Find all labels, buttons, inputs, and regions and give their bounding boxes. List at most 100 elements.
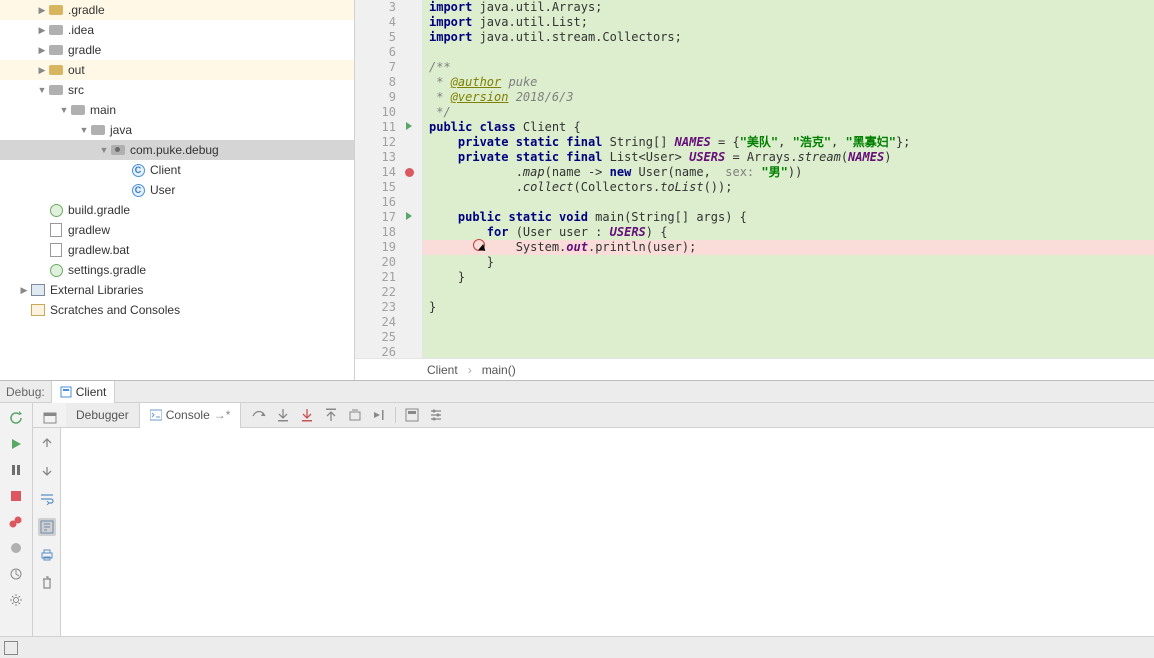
- disclosure-arrow-icon[interactable]: [98, 145, 110, 155]
- tree-item-com-puke-debug[interactable]: com.puke.debug: [0, 140, 354, 160]
- gutter-line-23[interactable]: 23: [355, 300, 422, 315]
- gutter-line-9[interactable]: 9: [355, 90, 422, 105]
- code-line-6[interactable]: [423, 45, 1154, 60]
- breadcrumb-item[interactable]: Client: [427, 363, 458, 377]
- run-gutter-icon[interactable]: [406, 212, 412, 220]
- disclosure-arrow-icon[interactable]: [36, 45, 48, 56]
- tab-console[interactable]: Console →*: [140, 403, 242, 428]
- code-line-23[interactable]: }: [423, 300, 1154, 315]
- settings-button[interactable]: [7, 591, 25, 609]
- gutter-line-26[interactable]: 26: [355, 345, 422, 358]
- trace-current-stream-chain-button[interactable]: [428, 407, 444, 423]
- breadcrumb-bar[interactable]: Client › main(): [355, 358, 1154, 380]
- gutter-line-14[interactable]: 14: [355, 165, 422, 180]
- gutter-line-22[interactable]: 22: [355, 285, 422, 300]
- breadcrumb-item[interactable]: main(): [482, 363, 516, 377]
- stop-button[interactable]: [7, 487, 25, 505]
- gutter-line-8[interactable]: 8: [355, 75, 422, 90]
- code-area[interactable]: import java.util.Arrays;import java.util…: [423, 0, 1154, 358]
- gutter-line-21[interactable]: 21: [355, 270, 422, 285]
- gutter-line-18[interactable]: 18: [355, 225, 422, 240]
- up-stack-button[interactable]: [38, 434, 56, 452]
- code-line-14[interactable]: .map(name -> new User(name, sex: "男")): [423, 165, 1154, 180]
- gutter-line-4[interactable]: 4: [355, 15, 422, 30]
- gutter-line-10[interactable]: 10: [355, 105, 422, 120]
- code-line-18[interactable]: for (User user : USERS) {: [423, 225, 1154, 240]
- gutter-line-12[interactable]: 12: [355, 135, 422, 150]
- code-line-26[interactable]: [423, 345, 1154, 358]
- down-stack-button[interactable]: [38, 462, 56, 480]
- tree-item-gradlew[interactable]: gradlew: [0, 220, 354, 240]
- disclosure-arrow-icon[interactable]: [36, 65, 48, 76]
- restore-layout-button[interactable]: [41, 409, 59, 427]
- disclosure-arrow-icon[interactable]: [36, 85, 48, 95]
- drop-frame-button[interactable]: [347, 407, 363, 423]
- clear-all-button[interactable]: [38, 574, 56, 592]
- tree-item-user[interactable]: CUser: [0, 180, 354, 200]
- tab-debugger[interactable]: Debugger: [66, 403, 140, 428]
- tree-item-src[interactable]: src: [0, 80, 354, 100]
- code-line-19[interactable]: System.out.println(user);: [423, 240, 1154, 255]
- view-breakpoints-button[interactable]: [7, 513, 25, 531]
- mute-breakpoints-button[interactable]: [7, 539, 25, 557]
- code-line-24[interactable]: [423, 315, 1154, 330]
- code-line-25[interactable]: [423, 330, 1154, 345]
- gutter-line-7[interactable]: 7: [355, 60, 422, 75]
- tool-window-bottom-strip[interactable]: [0, 636, 1154, 658]
- code-line-9[interactable]: * @version 2018/6/3: [423, 90, 1154, 105]
- code-line-10[interactable]: */: [423, 105, 1154, 120]
- code-line-20[interactable]: }: [423, 255, 1154, 270]
- rerun-button[interactable]: [7, 409, 25, 427]
- step-out-button[interactable]: [323, 407, 339, 423]
- gutter-line-20[interactable]: 20: [355, 255, 422, 270]
- tool-window-quick-access-icon[interactable]: [4, 641, 18, 655]
- code-line-22[interactable]: [423, 285, 1154, 300]
- step-over-button[interactable]: [251, 407, 267, 423]
- tree-item--idea[interactable]: .idea: [0, 20, 354, 40]
- gutter-line-11[interactable]: 11: [355, 120, 422, 135]
- resume-button[interactable]: [7, 435, 25, 453]
- debug-run-config-tab[interactable]: Client: [51, 381, 116, 403]
- gutter-line-25[interactable]: 25: [355, 330, 422, 345]
- disclosure-arrow-icon[interactable]: [78, 125, 90, 135]
- gutter-line-16[interactable]: 16: [355, 195, 422, 210]
- code-line-12[interactable]: private static final String[] NAMES = {"…: [423, 135, 1154, 150]
- code-line-3[interactable]: import java.util.Arrays;: [423, 0, 1154, 15]
- gutter-line-19[interactable]: 19: [355, 240, 422, 255]
- breakpoint-icon[interactable]: [405, 168, 414, 177]
- gutter-line-24[interactable]: 24: [355, 315, 422, 330]
- tree-item-gradle[interactable]: gradle: [0, 40, 354, 60]
- gutter-line-15[interactable]: 15: [355, 180, 422, 195]
- tree-item-build-gradle[interactable]: build.gradle: [0, 200, 354, 220]
- run-to-cursor-button[interactable]: [371, 407, 387, 423]
- code-line-21[interactable]: }: [423, 270, 1154, 285]
- tree-item-java[interactable]: java: [0, 120, 354, 140]
- external-libraries[interactable]: External Libraries: [0, 280, 354, 300]
- project-tree[interactable]: .gradle.ideagradleoutsrcmainjavacom.puke…: [0, 0, 355, 380]
- code-line-7[interactable]: /**: [423, 60, 1154, 75]
- gutter-line-5[interactable]: 5: [355, 30, 422, 45]
- get-thread-dump-button[interactable]: [7, 565, 25, 583]
- scratches-and-consoles[interactable]: Scratches and Consoles: [0, 300, 354, 320]
- step-into-button[interactable]: [275, 407, 291, 423]
- force-step-into-button[interactable]: [299, 407, 315, 423]
- code-line-5[interactable]: import java.util.stream.Collectors;: [423, 30, 1154, 45]
- evaluate-expression-button[interactable]: [404, 407, 420, 423]
- gutter-line-3[interactable]: 3: [355, 0, 422, 15]
- code-line-11[interactable]: public class Client {: [423, 120, 1154, 135]
- disclosure-arrow-icon[interactable]: [36, 5, 48, 16]
- gutter-line-6[interactable]: 6: [355, 45, 422, 60]
- code-line-8[interactable]: * @author puke: [423, 75, 1154, 90]
- scroll-to-end-button[interactable]: [38, 518, 56, 536]
- gutter-line-17[interactable]: 17: [355, 210, 422, 225]
- tree-item--gradle[interactable]: .gradle: [0, 0, 354, 20]
- tree-item-settings-gradle[interactable]: settings.gradle: [0, 260, 354, 280]
- pause-button[interactable]: [7, 461, 25, 479]
- print-button[interactable]: [38, 546, 56, 564]
- code-line-4[interactable]: import java.util.List;: [423, 15, 1154, 30]
- editor-gutter[interactable]: 3456789101112131415161718192021222324252…: [355, 0, 423, 358]
- code-line-15[interactable]: .collect(Collectors.toList());: [423, 180, 1154, 195]
- gutter-line-13[interactable]: 13: [355, 150, 422, 165]
- tree-item-gradlew-bat[interactable]: gradlew.bat: [0, 240, 354, 260]
- disclosure-arrow-icon[interactable]: [36, 25, 48, 36]
